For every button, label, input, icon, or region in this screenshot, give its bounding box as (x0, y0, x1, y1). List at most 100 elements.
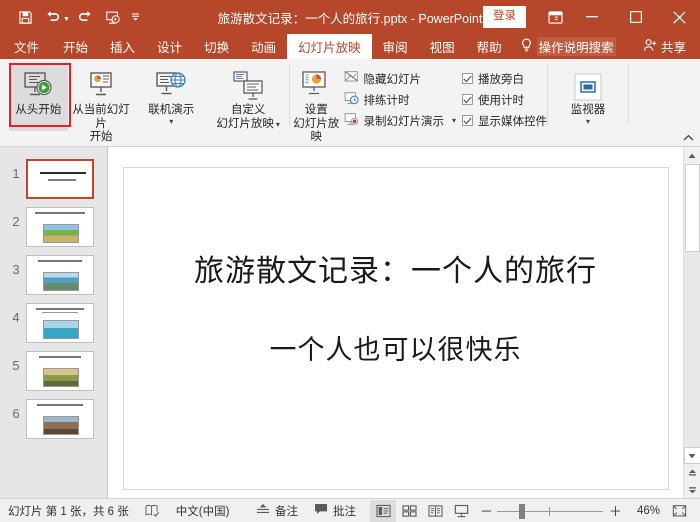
thumbnail-number: 6 (6, 395, 26, 421)
slide-subtitle-text[interactable]: 一个人也可以很快乐 (270, 328, 522, 367)
thumbnail-item-4[interactable]: 4 (0, 299, 107, 347)
undo-dropdown-icon[interactable]: ▼ (63, 16, 70, 29)
tab-view[interactable]: 视图 (419, 34, 466, 59)
next-slide-icon[interactable] (684, 481, 700, 498)
tab-slideshow[interactable]: 幻灯片放映 (287, 34, 372, 59)
monitor-dropdown-icon[interactable]: ▾ (586, 118, 590, 125)
checkbox-checked-icon (462, 115, 473, 126)
share-button[interactable]: 共享 (643, 34, 700, 59)
ribbon-display-options-icon[interactable] (540, 0, 570, 34)
notes-button[interactable]: 备注 (248, 500, 306, 522)
tell-me-input[interactable]: 操作说明搜索 (537, 37, 616, 56)
sign-in-button[interactable]: 登录 (483, 6, 526, 27)
zoom-slider[interactable] (497, 501, 603, 521)
scrollbar-thumb[interactable] (685, 164, 700, 252)
hide-slide-icon (344, 70, 359, 87)
show-media-controls-checkbox[interactable]: 显示媒体控件 (462, 110, 547, 131)
save-icon[interactable] (12, 5, 38, 29)
present-online-button[interactable]: 联机演示 ▾ (135, 63, 207, 125)
from-current-slide-label: 从当前幻灯片 开始 (68, 102, 134, 145)
slide-thumbnail-pane[interactable]: 1 2 3 4 (0, 147, 108, 498)
slide-thumbnail[interactable] (26, 207, 94, 247)
tab-help[interactable]: 帮助 (466, 34, 513, 59)
normal-view-button[interactable] (370, 500, 396, 522)
ribbon-tab-bar: 文件 开始 插入 设计 切换 动画 幻灯片放映 审阅 视图 帮助 操作说明搜索 … (0, 34, 700, 59)
tell-me-box[interactable]: 操作说明搜索 (513, 34, 616, 59)
record-slideshow-dropdown-icon[interactable]: ▾ (448, 117, 456, 124)
present-from-beginning-icon (21, 66, 55, 102)
scroll-up-icon[interactable] (684, 147, 700, 164)
share-label: 共享 (661, 37, 686, 56)
zoom-slider-handle[interactable] (519, 504, 525, 519)
fit-slide-to-window-button[interactable] (666, 500, 692, 522)
current-slide[interactable]: 旅游散文记录：一个人的旅行 一个人也可以很快乐 (123, 167, 669, 490)
thumbnail-item-5[interactable]: 5 (0, 347, 107, 395)
thumbnail-item-6[interactable]: 6 (0, 395, 107, 443)
thumbnail-item-2[interactable]: 2 (0, 203, 107, 251)
previous-slide-icon[interactable] (684, 464, 700, 481)
slideshow-view-button[interactable] (448, 500, 474, 522)
tab-file[interactable]: 文件 (0, 34, 52, 59)
scroll-down-icon[interactable] (684, 447, 700, 464)
customize-quick-access-icon[interactable] (128, 12, 144, 22)
thumbnail-image (43, 320, 79, 339)
slide-editing-area[interactable]: 旅游散文记录：一个人的旅行 一个人也可以很快乐 (108, 147, 683, 498)
share-person-icon (643, 38, 658, 55)
language-indicator[interactable]: 中文(中国) (168, 500, 238, 522)
spellcheck-icon[interactable] (137, 500, 168, 522)
zoom-control[interactable]: － ＋ 46% (474, 501, 666, 521)
setup-slideshow-icon (299, 66, 333, 102)
thumbnail-item-3[interactable]: 3 (0, 251, 107, 299)
notes-icon (256, 503, 270, 518)
thumbnail-item-1[interactable]: 1 (0, 155, 107, 203)
vertical-scrollbar[interactable] (683, 147, 700, 498)
close-button[interactable] (658, 0, 700, 34)
tab-home[interactable]: 开始 (52, 34, 99, 59)
start-slideshow-icon[interactable] (100, 5, 126, 29)
slide-sorter-view-button[interactable] (396, 500, 422, 522)
play-narrations-checkbox[interactable]: 播放旁白 (462, 68, 547, 89)
slide-thumbnail[interactable] (26, 255, 94, 295)
tab-review[interactable]: 审阅 (372, 34, 419, 59)
tab-animations[interactable]: 动画 (240, 34, 287, 59)
slide-thumbnail[interactable] (26, 159, 94, 199)
custom-slideshow-icon (231, 66, 265, 102)
tab-transitions[interactable]: 切换 (193, 34, 240, 59)
zoom-out-button[interactable]: － (480, 501, 491, 520)
quick-access-toolbar: ▼ (0, 5, 144, 29)
slide-title-text[interactable]: 旅游散文记录：一个人的旅行 (194, 246, 597, 290)
minimize-button[interactable] (570, 0, 614, 34)
from-current-slide-button[interactable]: 从当前幻灯片 开始 (68, 63, 134, 145)
record-slideshow-icon (344, 112, 359, 129)
status-bar: 幻灯片 第 1 张，共 6 张 中文(中国) 备注 批注 (0, 498, 700, 522)
slide-counter[interactable]: 幻灯片 第 1 张，共 6 张 (0, 500, 137, 522)
collapse-ribbon-button[interactable] (683, 133, 694, 144)
comments-button[interactable]: 批注 (306, 500, 364, 522)
zoom-in-button[interactable]: ＋ (609, 501, 620, 520)
setup-slideshow-label: 设置 幻灯片放映 (290, 102, 342, 145)
scrollbar-track[interactable] (684, 252, 700, 447)
tab-design[interactable]: 设计 (146, 34, 193, 59)
slide-thumbnail[interactable] (26, 303, 94, 343)
from-beginning-button[interactable]: 从头开始 (9, 63, 68, 131)
record-slideshow-button[interactable]: 录制幻灯片演示 ▾ (344, 110, 460, 131)
monitor-button[interactable]: 监视器 ▾ (553, 63, 623, 125)
maximize-button[interactable] (614, 0, 658, 34)
slide-thumbnail[interactable] (26, 351, 94, 391)
present-online-dropdown-icon[interactable]: ▾ (169, 118, 173, 125)
slide-thumbnail[interactable] (26, 399, 94, 439)
ribbon: 从头开始 从当前幻灯片 开始 (0, 59, 700, 147)
rehearse-timings-label: 排练计时 (363, 92, 409, 108)
rehearse-timings-button[interactable]: 排练计时 (344, 89, 460, 110)
tab-insert[interactable]: 插入 (99, 34, 146, 59)
zoom-percentage[interactable]: 46% (626, 505, 660, 517)
setup-checkboxes: 播放旁白 使用计时 显示媒体控件 (460, 63, 547, 131)
reading-view-button[interactable] (422, 500, 448, 522)
monitor-icon (573, 66, 603, 102)
hide-slide-button[interactable]: 隐藏幻灯片 (344, 68, 460, 89)
custom-slideshow-dropdown-icon[interactable]: ▾ (276, 121, 280, 128)
redo-icon[interactable] (72, 5, 98, 29)
use-timings-checkbox[interactable]: 使用计时 (462, 89, 547, 110)
setup-slideshow-button[interactable]: 设置 幻灯片放映 (290, 63, 342, 145)
custom-slideshow-button[interactable]: 自定义 幻灯片放映 ▾ (207, 63, 289, 131)
